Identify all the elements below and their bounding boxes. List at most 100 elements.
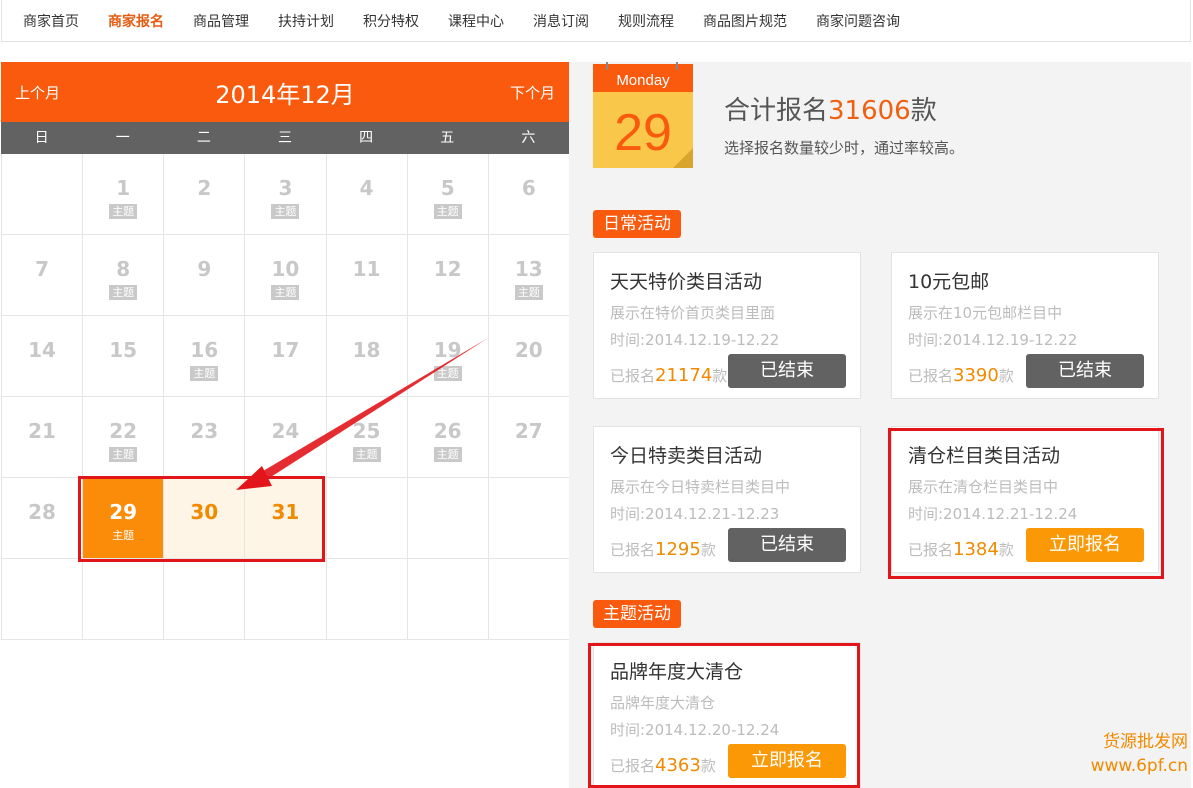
day-number: 21: [28, 419, 56, 443]
watermark: 货源批发网 www.6pf.cn: [1078, 730, 1188, 778]
calendar-day-cell[interactable]: 4: [326, 154, 408, 235]
calendar-day-cell[interactable]: 30: [164, 478, 246, 559]
nav-item-7[interactable]: 规则流程: [618, 11, 674, 31]
activity-signed-count: 已报名3390款: [908, 365, 1014, 386]
calendar-day-cell[interactable]: 23: [164, 397, 246, 478]
calendar-day-cell[interactable]: 29 主题: [83, 478, 165, 559]
calendar-day-cell[interactable]: 16 主题: [164, 316, 246, 397]
calendar-day-cell[interactable]: 20: [488, 316, 570, 397]
day-number: 9: [197, 257, 212, 281]
signed-prefix: 已报名: [610, 757, 656, 775]
weekday-label: 日: [34, 130, 49, 146]
activity-desc: 展示在10元包邮栏目中: [908, 304, 1063, 322]
watermark-line2: www.6pf.cn: [1090, 756, 1188, 776]
activity-time: 时间:2014.12.20-12.24: [610, 721, 780, 739]
ended-button: 已结束: [728, 528, 846, 562]
activity-card: 品牌年度大清仓 品牌年度大清仓 时间:2014.12.20-12.24 已报名4363…: [593, 642, 861, 788]
calendar-day-cell[interactable]: 5 主题: [407, 154, 489, 235]
nav-item-8[interactable]: 商品图片规范: [703, 11, 787, 31]
calendar-day-cell[interactable]: 2: [164, 154, 246, 235]
day-number: 22: [109, 419, 138, 443]
signup-hint: 选择报名数量较少时，通过率较高。: [724, 139, 965, 157]
day-number: 17: [271, 338, 300, 362]
calendar-day-cell[interactable]: 6: [488, 154, 570, 235]
theme-badge: 主题: [352, 447, 381, 462]
calendar-day-cell: [2, 154, 84, 235]
activity-signed-count: 已报名21174款: [610, 365, 727, 386]
signed-number: 21174: [655, 365, 713, 386]
signup-button[interactable]: 立即报名: [728, 744, 846, 778]
total-prefix: 合计报名: [724, 96, 829, 126]
day-number: 14: [28, 338, 56, 362]
next-month-link[interactable]: 下个月: [510, 82, 555, 103]
weekday-label: 二: [196, 130, 211, 146]
calendar-day-cell[interactable]: 24: [245, 397, 327, 478]
calendar-day-cell[interactable]: 1 主题: [83, 154, 165, 235]
calendar-month-title: 2014年12月: [215, 80, 355, 109]
nav-item-2[interactable]: 商品管理: [193, 11, 249, 31]
day-number: 23: [190, 419, 219, 443]
signed-suffix: 款: [712, 367, 728, 385]
calendar-day-cell[interactable]: 8 主题: [83, 235, 165, 316]
day-number: 12: [433, 257, 462, 281]
calendar-day-cell[interactable]: 21: [2, 397, 84, 478]
signed-prefix: 已报名: [908, 541, 954, 559]
calendar-day-cell[interactable]: 31: [245, 478, 327, 559]
nav-item-5[interactable]: 课程中心: [448, 11, 504, 31]
calendar-day-cell[interactable]: 17: [245, 316, 327, 397]
activity-time: 时间:2014.12.21-12.23: [610, 505, 780, 523]
signed-suffix: 款: [998, 541, 1014, 559]
calendar-day-cell[interactable]: 15: [83, 316, 165, 397]
calendar-day-cell[interactable]: 27: [488, 397, 570, 478]
calendar-day-cell[interactable]: 22 主题: [83, 397, 165, 478]
calendar-icon-weekday: Monday: [616, 72, 670, 89]
calendar-day-cell: [488, 478, 570, 559]
calendar-day-cell[interactable]: 7: [2, 235, 84, 316]
day-number: 25: [352, 419, 381, 443]
activity-title: 今日特卖类目活动: [610, 445, 763, 467]
calendar-day-cell[interactable]: 18: [326, 316, 408, 397]
nav-item-1[interactable]: 商家报名: [108, 11, 164, 31]
signed-number: 4363: [655, 755, 701, 776]
calendar-day-cell[interactable]: 14: [2, 316, 84, 397]
signed-prefix: 已报名: [908, 367, 954, 385]
weekday-label: 四: [359, 130, 374, 146]
calendar-grid: 1 主题 2 3 主题 4 5 主题 6 7 8 主题 9 10 主题 11 12 13 主题 14 15 16 主题 17 1…: [1, 154, 570, 640]
nav-item-3[interactable]: 扶持计划: [278, 11, 334, 31]
signed-suffix: 款: [700, 757, 716, 775]
activity-desc: 展示在今日特卖栏目类目中: [610, 478, 791, 496]
prev-month-link[interactable]: 上个月: [15, 82, 60, 103]
calendar-day-cell[interactable]: 10 主题: [245, 235, 327, 316]
activity-signed-count: 已报名1384款: [908, 539, 1014, 560]
calendar-day-cell[interactable]: 19 主题: [407, 316, 489, 397]
calendar-day-cell: [2, 559, 84, 640]
calendar-day-cell: [407, 559, 489, 640]
activity-desc: 展示在特价首页类目里面: [610, 304, 776, 322]
calendar-day-cell[interactable]: 3 主题: [245, 154, 327, 235]
total-count: 31606: [828, 96, 911, 126]
calendar-day-cell[interactable]: 11: [326, 235, 408, 316]
activity-title: 10元包邮: [908, 271, 990, 293]
weekday-label: 六: [521, 130, 536, 146]
signed-number: 3390: [953, 365, 999, 386]
calendar-day-cell[interactable]: 12: [407, 235, 489, 316]
top-nav: 商家首页 商家报名 商品管理 扶持计划 积分特权 课程中心 消息订阅 规则流程 商品图片规范 商家…: [1, 0, 1191, 42]
theme-badge: 主题: [109, 285, 138, 300]
signup-button[interactable]: 立即报名: [1026, 528, 1144, 562]
calendar-day-cell: [326, 559, 408, 640]
calendar-day-cell[interactable]: 25 主题: [326, 397, 408, 478]
nav-item-9[interactable]: 商家问题咨询: [816, 11, 900, 31]
calendar-day-cell[interactable]: 13 主题: [488, 235, 570, 316]
weekday-header: 日一二三四五六: [1, 122, 569, 154]
calendar-day-cell[interactable]: 9: [164, 235, 246, 316]
activity-desc: 品牌年度大清仓: [610, 694, 716, 712]
theme-badge: 主题: [433, 447, 462, 462]
activity-time: 时间:2014.12.19-12.22: [908, 331, 1078, 349]
day-number: 13: [514, 257, 543, 281]
nav-item-0[interactable]: 商家首页: [23, 11, 79, 31]
calendar-day-cell[interactable]: 28: [2, 478, 84, 559]
calendar-day-cell[interactable]: 26 主题: [407, 397, 489, 478]
nav-item-6[interactable]: 消息订阅: [533, 11, 589, 31]
activity-signed-count: 已报名1295款: [610, 539, 716, 560]
nav-item-4[interactable]: 积分特权: [363, 11, 419, 31]
